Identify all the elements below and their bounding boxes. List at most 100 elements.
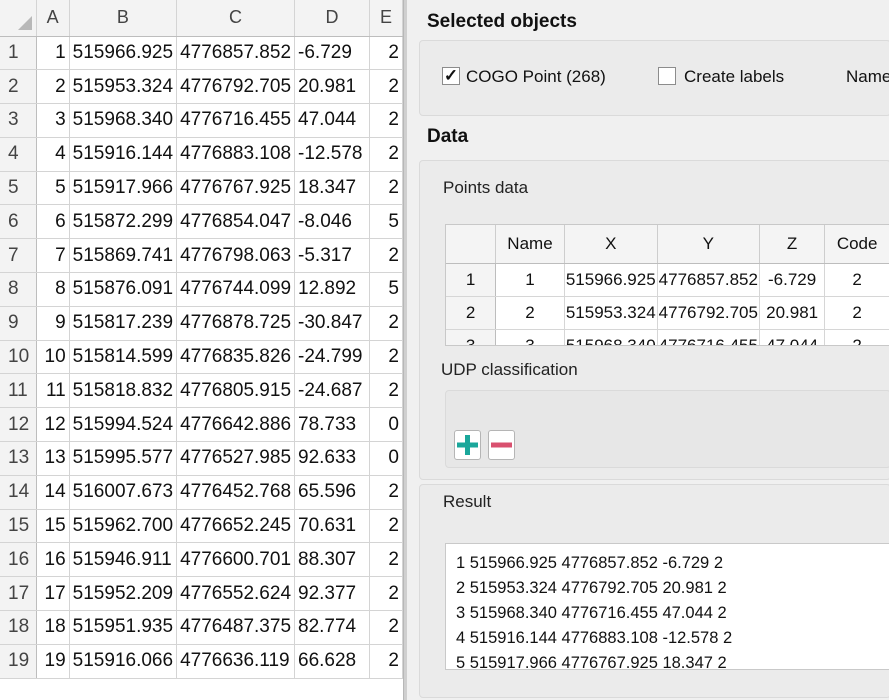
points-cell-code[interactable]: 2	[824, 329, 889, 345]
column-header-a[interactable]: A	[36, 0, 70, 37]
cell-c[interactable]: 4776883.108	[176, 137, 296, 172]
cell-e[interactable]: 5	[369, 204, 403, 240]
points-row[interactable]: 3 3 515968.340 4776716.455 47.044 2	[446, 329, 889, 345]
points-row-header[interactable]: 1	[446, 263, 497, 297]
cell-b[interactable]: 515817.239	[69, 306, 178, 341]
cell-c[interactable]: 4776716.455	[176, 103, 296, 138]
row-header[interactable]: 10	[0, 340, 37, 375]
cell-e[interactable]: 2	[369, 542, 403, 578]
create-labels-checkbox[interactable]	[658, 67, 676, 85]
points-header-name[interactable]: Name	[495, 225, 565, 264]
cell-b[interactable]: 515916.144	[69, 137, 178, 172]
cell-c[interactable]: 4776878.725	[176, 306, 296, 341]
column-header-c[interactable]: C	[176, 0, 296, 37]
cell-d[interactable]: 18.347	[294, 171, 370, 206]
cell-a[interactable]: 5	[36, 171, 70, 206]
cell-d[interactable]: 78.733	[294, 407, 370, 443]
row-header[interactable]: 16	[0, 542, 37, 578]
cell-b[interactable]: 515876.091	[69, 272, 178, 307]
cell-a[interactable]: 15	[36, 509, 70, 544]
add-udp-button[interactable]	[454, 430, 481, 460]
cell-e[interactable]: 2	[369, 340, 403, 375]
cell-e[interactable]: 2	[369, 238, 403, 274]
cell-c[interactable]: 4776552.624	[176, 576, 296, 612]
cell-a[interactable]: 16	[36, 542, 70, 578]
points-cell-x[interactable]: 515966.925	[564, 263, 658, 297]
row-header[interactable]: 13	[0, 441, 37, 476]
cell-e[interactable]: 0	[369, 441, 403, 476]
cell-c[interactable]: 4776744.099	[176, 272, 296, 307]
points-row-header[interactable]: 3	[446, 329, 497, 345]
cogo-point-checkbox[interactable]: ✓	[442, 67, 460, 85]
row-header[interactable]: 7	[0, 238, 37, 274]
cell-c[interactable]: 4776854.047	[176, 204, 296, 240]
cell-d[interactable]: -24.687	[294, 373, 370, 409]
row-header[interactable]: 6	[0, 204, 37, 240]
cell-c[interactable]: 4776805.915	[176, 373, 296, 409]
row-header[interactable]: 5	[0, 171, 37, 206]
points-corner-header[interactable]	[446, 225, 497, 264]
row-header[interactable]: 14	[0, 475, 37, 510]
cell-c[interactable]: 4776835.826	[176, 340, 296, 375]
cell-b[interactable]: 515951.935	[69, 610, 178, 645]
cell-d[interactable]: -8.046	[294, 204, 370, 240]
cell-d[interactable]: 92.633	[294, 441, 370, 476]
row-header[interactable]: 11	[0, 373, 37, 409]
points-row[interactable]: 1 1 515966.925 4776857.852 -6.729 2	[446, 263, 889, 297]
points-row[interactable]: 2 2 515953.324 4776792.705 20.981 2	[446, 296, 889, 330]
row-header[interactable]: 12	[0, 407, 37, 443]
column-header-e[interactable]: E	[369, 0, 403, 37]
cell-d[interactable]: 65.596	[294, 475, 370, 510]
cell-a[interactable]: 13	[36, 441, 70, 476]
cell-b[interactable]: 515995.577	[69, 441, 178, 476]
points-header-code[interactable]: Code	[824, 225, 889, 264]
points-cell-y[interactable]: 4776716.455	[657, 329, 760, 345]
points-cell-y[interactable]: 4776857.852	[657, 263, 760, 297]
cell-d[interactable]: -24.799	[294, 340, 370, 375]
cell-d[interactable]: -12.578	[294, 137, 370, 172]
points-cell-x[interactable]: 515968.340	[564, 329, 658, 345]
row-header[interactable]: 18	[0, 610, 37, 645]
result-textbox[interactable]: 1 515966.925 4776857.852 -6.729 2 2 5159…	[445, 543, 889, 670]
cell-d[interactable]: -30.847	[294, 306, 370, 341]
cell-b[interactable]: 515968.340	[69, 103, 178, 138]
cell-c[interactable]: 4776792.705	[176, 69, 296, 105]
cell-e[interactable]: 2	[369, 576, 403, 612]
row-header[interactable]: 19	[0, 644, 37, 679]
cell-d[interactable]: 82.774	[294, 610, 370, 645]
remove-udp-button[interactable]	[488, 430, 515, 460]
row-header[interactable]: 9	[0, 306, 37, 341]
cell-e[interactable]: 0	[369, 407, 403, 443]
cell-c[interactable]: 4776767.925	[176, 171, 296, 206]
cell-e[interactable]: 2	[369, 306, 403, 341]
points-cell-code[interactable]: 2	[824, 296, 889, 330]
cell-a[interactable]: 8	[36, 272, 70, 307]
cell-a[interactable]: 14	[36, 475, 70, 510]
points-cell-z[interactable]: -6.729	[759, 263, 826, 297]
row-header[interactable]: 8	[0, 272, 37, 307]
cell-e[interactable]: 2	[369, 69, 403, 105]
row-header[interactable]: 3	[0, 103, 37, 138]
cell-d[interactable]: 92.377	[294, 576, 370, 612]
cell-a[interactable]: 1	[36, 36, 70, 71]
points-cell-y[interactable]: 4776792.705	[657, 296, 760, 330]
cell-d[interactable]: 66.628	[294, 644, 370, 679]
cell-b[interactable]: 515814.599	[69, 340, 178, 375]
points-cell-z[interactable]: 47.044	[759, 329, 826, 345]
cell-b[interactable]: 515952.209	[69, 576, 178, 612]
points-cell-name[interactable]: 3	[495, 329, 565, 345]
cell-c[interactable]: 4776798.063	[176, 238, 296, 274]
cell-a[interactable]: 9	[36, 306, 70, 341]
cell-b[interactable]: 516007.673	[69, 475, 178, 510]
points-cell-code[interactable]: 2	[824, 263, 889, 297]
cell-c[interactable]: 4776642.886	[176, 407, 296, 443]
cell-a[interactable]: 6	[36, 204, 70, 240]
cell-a[interactable]: 7	[36, 238, 70, 274]
cell-a[interactable]: 12	[36, 407, 70, 443]
cell-b[interactable]: 515869.741	[69, 238, 178, 274]
row-header[interactable]: 15	[0, 509, 37, 544]
cell-d[interactable]: 47.044	[294, 103, 370, 138]
cell-d[interactable]: -5.317	[294, 238, 370, 274]
cell-e[interactable]: 2	[369, 103, 403, 138]
points-cell-name[interactable]: 1	[495, 263, 565, 297]
